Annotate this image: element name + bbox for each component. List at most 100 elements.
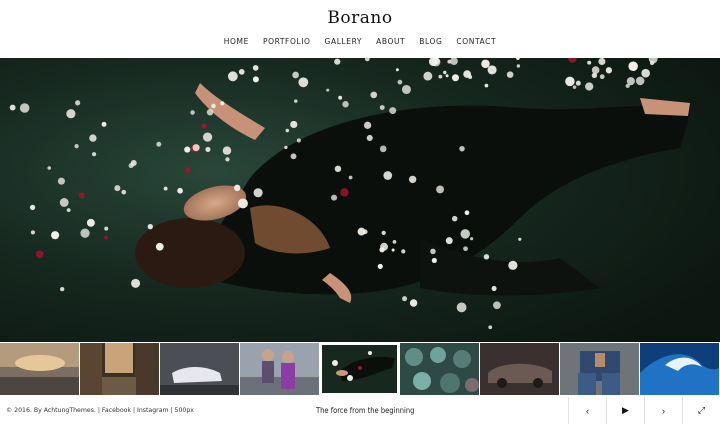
flower-petal (483, 254, 490, 260)
thumb-vintage-car-image (480, 343, 559, 395)
thumbnail-4[interactable] (240, 343, 319, 395)
nav-home[interactable]: HOME (224, 37, 249, 46)
flower-petal (408, 175, 417, 184)
instagram-link[interactable]: Instagram (137, 407, 168, 414)
site-header: Borano HOME PORTFOLIO GALLERY ABOUT BLOG… (0, 0, 720, 58)
flower-petal (366, 134, 373, 142)
flower-petal (430, 248, 436, 255)
flower-petal (340, 188, 349, 197)
flower-petal (397, 79, 403, 85)
nav-gallery[interactable]: GALLERY (325, 37, 363, 46)
flower-petal (518, 237, 522, 241)
flower-petal (572, 85, 577, 89)
flower-petal (114, 185, 121, 192)
flower-petal (641, 68, 650, 78)
flower-petal (391, 248, 395, 252)
thumb-sneakers-image (160, 343, 239, 395)
site-logo[interactable]: Borano (0, 8, 720, 28)
flower-petal (379, 145, 387, 153)
flower-petal (121, 189, 127, 195)
flower-petal (220, 101, 225, 106)
flower-petal (334, 165, 342, 173)
flower-petal (156, 141, 162, 147)
flower-petal (19, 103, 30, 113)
flower-petal (591, 66, 600, 74)
flower-petal (447, 59, 452, 64)
flower-petal (185, 167, 191, 173)
nav-portfolio[interactable]: PORTFOLIO (263, 37, 311, 46)
500px-link[interactable]: 500px (175, 407, 194, 414)
flower-petal (253, 188, 263, 198)
facebook-link[interactable]: Facebook (102, 407, 131, 414)
flower-petal (177, 187, 183, 194)
flower-petal (334, 58, 341, 65)
flower-petal (205, 146, 211, 152)
thumbnail-9[interactable] (640, 343, 719, 395)
flower-petal (585, 82, 594, 91)
flower-petal (298, 77, 309, 88)
nav-contact[interactable]: CONTACT (456, 37, 496, 46)
thumb-sunset-pier-image (0, 343, 79, 395)
flower-petal (395, 68, 399, 72)
nav-about[interactable]: ABOUT (376, 37, 405, 46)
flower-petal (383, 171, 393, 180)
flower-petal (463, 70, 472, 78)
flower-petal (78, 192, 85, 199)
prev-button[interactable]: ‹ (568, 397, 606, 424)
thumb-succulents-image (400, 343, 479, 395)
flower-petal (131, 278, 141, 288)
flower-petal (401, 249, 406, 254)
flower-petal (202, 132, 213, 142)
flower-petal (86, 218, 95, 227)
play-button[interactable]: ▶ (606, 397, 644, 424)
copyright-label: © 2016. By AchtungThemes. (6, 407, 96, 414)
flower-petal (402, 296, 408, 302)
thumb-ocean-wave-image (640, 343, 719, 395)
flower-petal (74, 144, 79, 149)
fullscreen-button[interactable]: ⤢ (682, 397, 720, 424)
play-icon: ▶ (622, 405, 629, 415)
flower-petal (342, 101, 349, 108)
thumbnail-5-active[interactable] (320, 343, 399, 395)
hero-slide-image[interactable] (0, 58, 720, 342)
flower-petal (222, 146, 232, 155)
thumbnail-6[interactable] (400, 343, 479, 395)
flower-petal (401, 84, 411, 95)
flower-petal (506, 71, 514, 78)
thumb-jeans-person-image (560, 343, 639, 395)
flower-petal (508, 260, 518, 270)
flower-petal (238, 69, 245, 75)
flower-petal (491, 285, 497, 292)
flower-petal (431, 257, 437, 264)
copyright-text: © 2016. By AchtungThemes. | Facebook | I… (6, 407, 194, 414)
thumbnail-8[interactable] (560, 343, 639, 395)
flower-petal (381, 230, 386, 235)
flower-petal (147, 223, 153, 230)
chevron-right-icon: › (662, 405, 665, 416)
flower-petal (470, 237, 474, 241)
flower-petal (75, 100, 81, 106)
flower-petal (451, 215, 458, 222)
flower-petal (211, 103, 216, 109)
slide-caption: The force from the beginning (316, 406, 415, 415)
thumbnail-2[interactable] (80, 343, 159, 395)
chevron-left-icon: ‹ (586, 405, 589, 416)
flower-petal (104, 226, 109, 231)
thumbnail-1[interactable] (0, 343, 79, 395)
thumb-fashion-models-image (240, 343, 319, 395)
flower-petal (370, 91, 378, 99)
flower-petal (296, 138, 301, 143)
thumbnail-3[interactable] (160, 343, 239, 395)
flower-petal (163, 186, 168, 191)
fullscreen-icon: ⤢ (697, 405, 706, 415)
flower-petal (331, 194, 338, 201)
flower-petal (392, 240, 397, 244)
flower-petal (436, 185, 445, 194)
flower-petal (575, 80, 581, 86)
nav-blog[interactable]: BLOG (419, 37, 442, 46)
flower-petal (60, 286, 65, 292)
next-button[interactable]: › (644, 397, 682, 424)
main-navigation: HOME PORTFOLIO GALLERY ABOUT BLOG CONTAC… (0, 37, 720, 46)
flower-petal (599, 74, 605, 80)
thumbnail-7[interactable] (480, 343, 559, 395)
